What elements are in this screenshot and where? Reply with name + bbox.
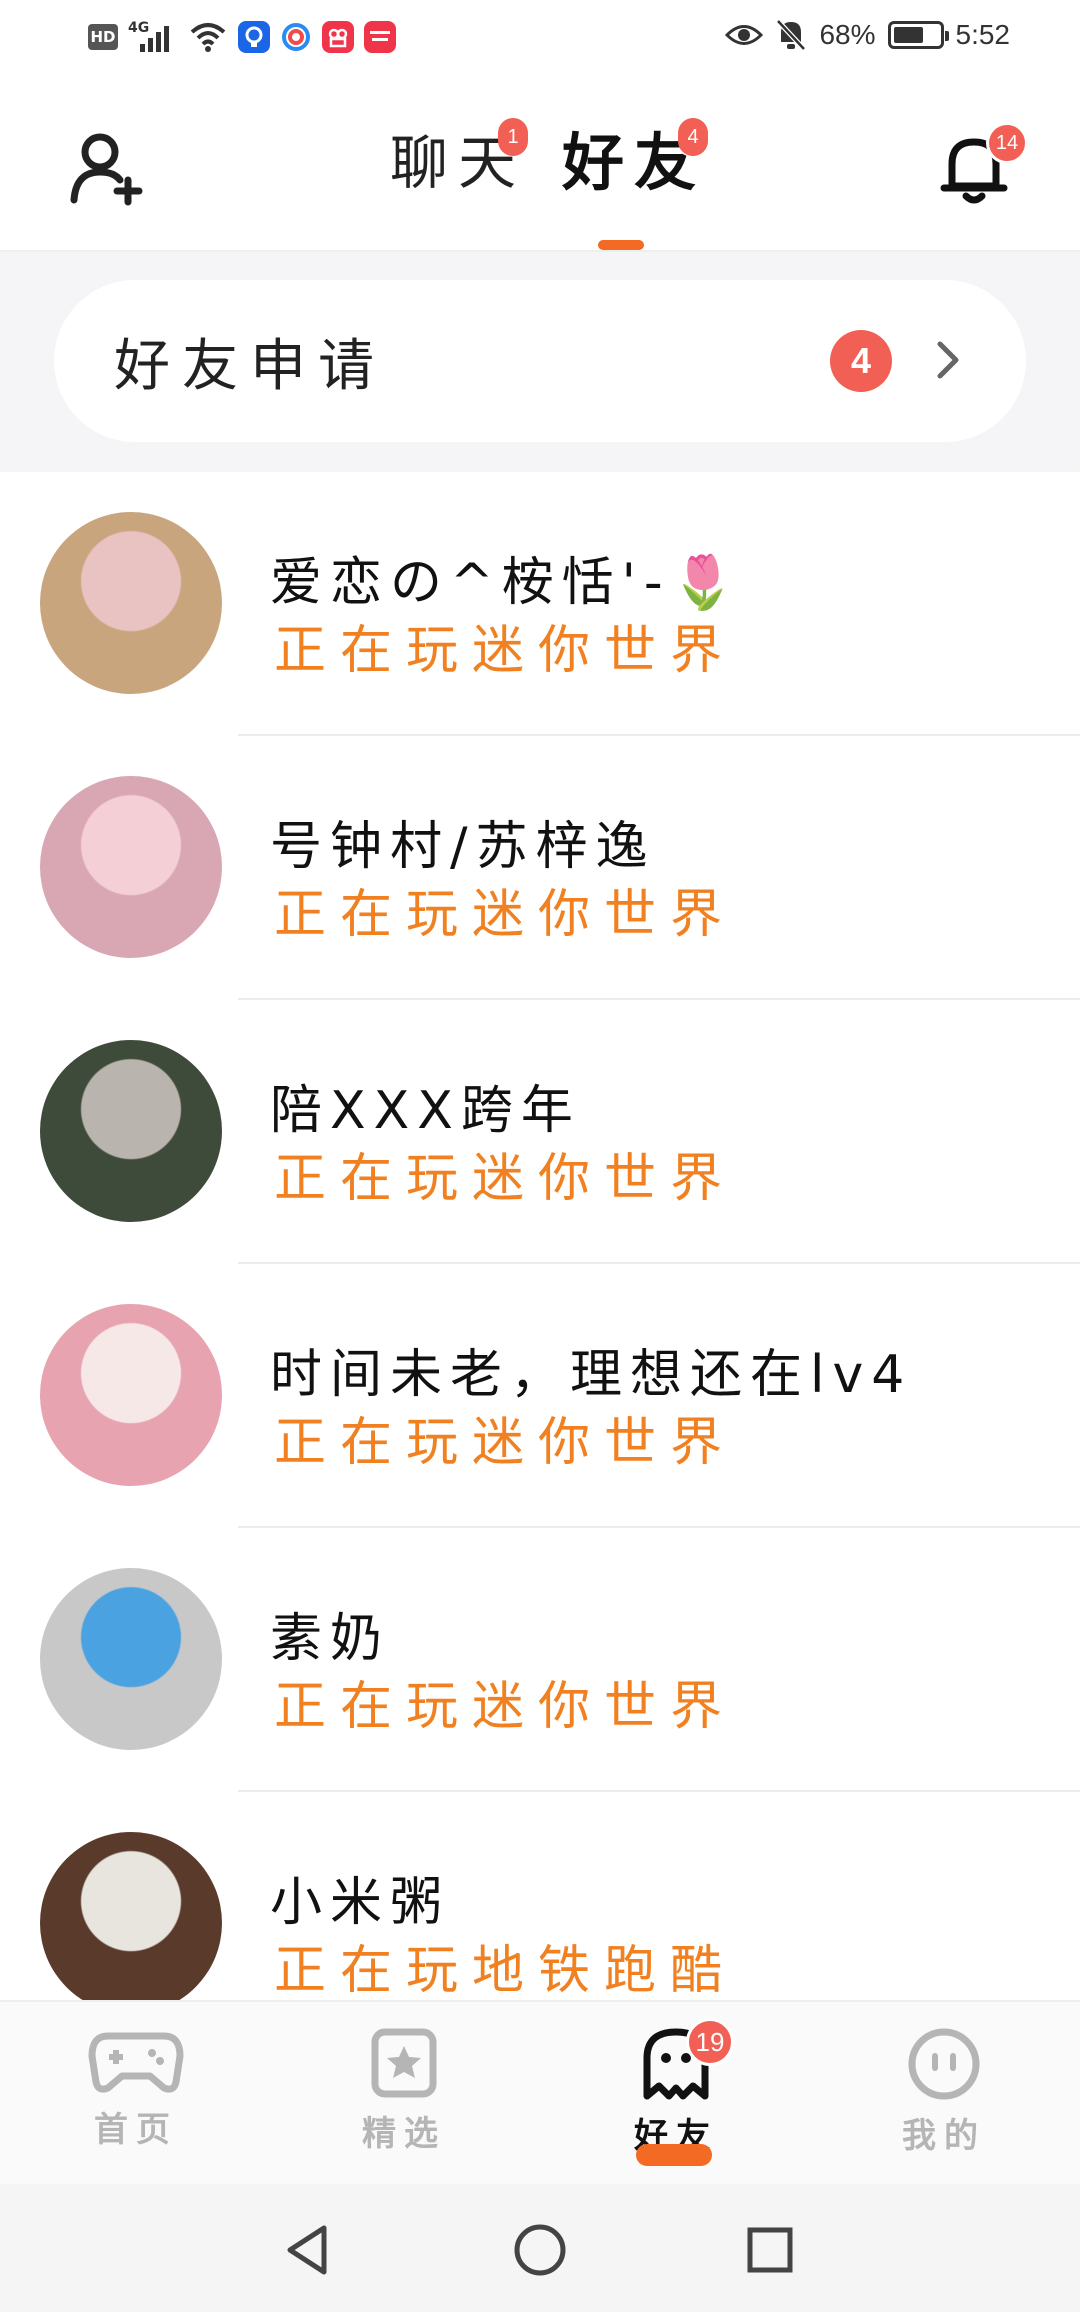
battery-icon — [887, 21, 949, 49]
friend-request-label: 好友申请 — [114, 333, 386, 399]
tab-friends-badge: 4 — [678, 118, 709, 156]
nav-active-indicator — [636, 2144, 712, 2166]
nav-me[interactable]: 我的 — [864, 2026, 1024, 2176]
chevron-right-icon — [937, 341, 959, 379]
friend-status: 正在玩迷你世界 — [274, 885, 737, 945]
back-icon[interactable] — [280, 2220, 340, 2280]
bulb-app-icon — [238, 21, 270, 53]
battery-percent: 68% — [819, 19, 876, 50]
video-app-icon — [322, 21, 354, 53]
mute-bell-icon — [776, 19, 807, 51]
friend-name: 陪XXX跨年 — [270, 1081, 581, 1141]
active-tab-indicator — [598, 240, 644, 250]
friend-item[interactable]: 号钟村/苏梓逸 正在玩迷你世界 — [0, 736, 1080, 1000]
nav-featured-label: 精选 — [362, 2114, 446, 2154]
face-icon — [908, 2028, 980, 2100]
clock: 5:52 — [955, 19, 1011, 50]
avatar — [40, 1040, 222, 1222]
notification-badge: 14 — [986, 122, 1028, 164]
home-circle-icon[interactable] — [510, 2220, 570, 2280]
eye-comfort-icon — [725, 25, 764, 45]
friend-name: 时间未老，理想还在lv4 — [270, 1345, 913, 1405]
cellular-signal-icon: 4G — [128, 20, 178, 54]
avatar — [40, 512, 222, 694]
top-tabs: 聊天 1 好友 4 — [390, 118, 709, 230]
friend-name: 号钟村/苏梓逸 — [270, 817, 656, 877]
bottom-nav: 首页 精选 好友 19 我的 — [0, 2000, 1080, 2184]
status-right: 68% 5:52 — [725, 18, 1010, 52]
friend-name: 爱恋の^桉恬'-🌷 — [270, 553, 744, 613]
avatar — [40, 1832, 222, 2000]
friend-status: 正在玩迷你世界 — [274, 1677, 737, 1737]
status-left: HD 4G — [88, 20, 396, 54]
avatar — [40, 1304, 222, 1486]
xiaohongshu-app-icon — [364, 21, 396, 53]
nav-friends-badge: 19 — [686, 2018, 734, 2066]
star-bookmark-icon — [371, 2028, 437, 2098]
friend-name: 素奶 — [270, 1609, 391, 1669]
wifi-icon — [190, 23, 226, 52]
friend-item[interactable]: 小米粥 正在玩地铁跑酷 — [0, 1792, 1080, 2000]
friend-request-badge: 4 — [830, 330, 892, 392]
friend-item[interactable]: 素奶 正在玩迷你世界 — [0, 1528, 1080, 1792]
gamepad-icon — [88, 2032, 184, 2093]
swirl-app-icon — [280, 21, 312, 53]
friend-name: 小米粥 — [270, 1873, 451, 1933]
friend-status: 正在玩迷你世界 — [274, 621, 737, 681]
top-header: 聊天 1 好友 4 14 — [0, 80, 1080, 252]
tab-chat-badge: 1 — [498, 118, 529, 156]
friend-status: 正在玩迷你世界 — [274, 1149, 737, 1209]
status-bar: HD 4G 68% 5:52 — [0, 0, 1080, 80]
friend-status: 正在玩迷你世界 — [274, 1413, 737, 1473]
system-nav-bar — [0, 2184, 1080, 2312]
hd-indicator: HD — [88, 24, 118, 50]
avatar — [40, 1568, 222, 1750]
nav-featured[interactable]: 精选 — [324, 2026, 484, 2176]
recents-square-icon[interactable] — [740, 2220, 800, 2280]
friend-item[interactable]: 时间未老，理想还在lv4 正在玩迷你世界 — [0, 1264, 1080, 1528]
nav-home[interactable]: 首页 — [56, 2026, 216, 2176]
tab-chat[interactable]: 聊天 1 — [390, 118, 529, 206]
nav-home-label: 首页 — [94, 2110, 178, 2150]
avatar — [40, 776, 222, 958]
friend-list: 爱恋の^桉恬'-🌷 正在玩迷你世界 号钟村/苏梓逸 正在玩迷你世界 陪XXX跨年… — [0, 472, 1080, 2000]
friend-status: 正在玩地铁跑酷 — [274, 1941, 737, 2000]
tab-friends[interactable]: 好友 4 — [562, 118, 709, 206]
friend-request-button[interactable]: 好友申请 4 — [54, 280, 1026, 442]
friend-item[interactable]: 爱恋の^桉恬'-🌷 正在玩迷你世界 — [0, 472, 1080, 736]
friend-request-section: 好友申请 4 — [0, 252, 1080, 472]
friend-item[interactable]: 陪XXX跨年 正在玩迷你世界 — [0, 1000, 1080, 1264]
add-friend-icon[interactable] — [70, 130, 146, 206]
nav-me-label: 我的 — [902, 2116, 986, 2156]
